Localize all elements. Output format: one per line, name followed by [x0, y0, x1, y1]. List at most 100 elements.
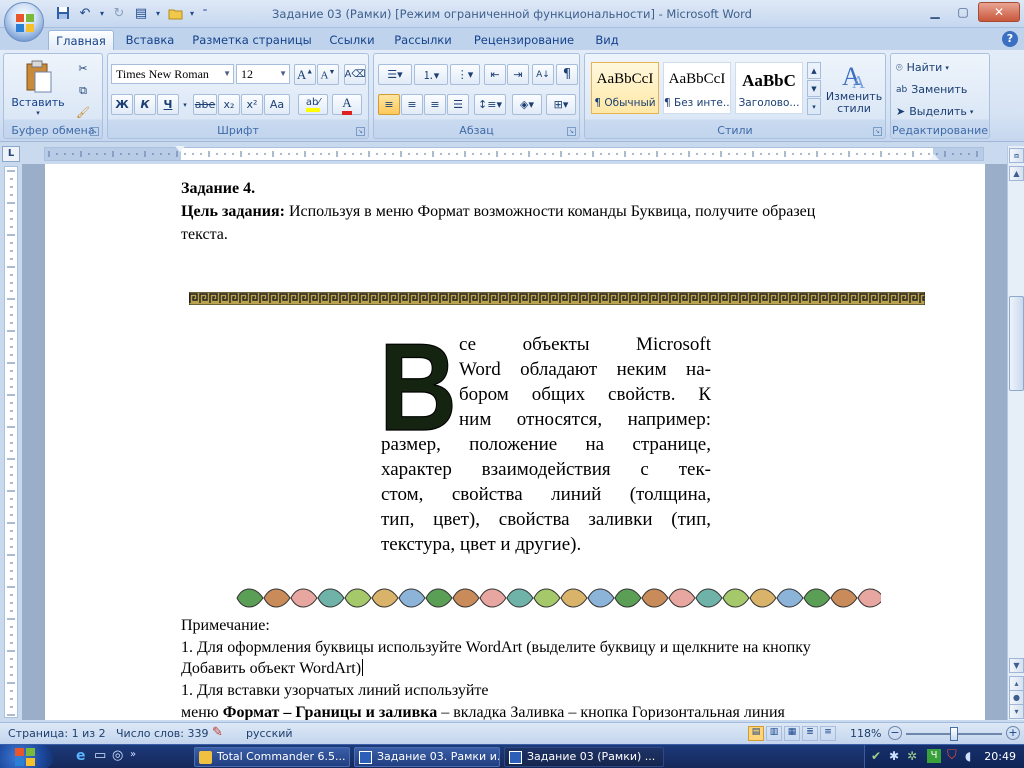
multilevel-list-button[interactable]: ⋮▾	[450, 64, 480, 85]
browse-object-button[interactable]: ●	[1009, 690, 1024, 705]
align-right-button[interactable]: ≡	[424, 94, 446, 115]
minimize-button[interactable]: ▁	[922, 2, 948, 22]
proofing-icon[interactable]: ✎	[212, 725, 223, 740]
horizontal-ruler[interactable]	[44, 146, 984, 161]
ie-icon[interactable]: e	[76, 748, 86, 764]
grow-font-button[interactable]: A▲	[294, 64, 316, 85]
page-count[interactable]: Страница: 1 из 2	[8, 727, 106, 740]
tab-page-layout[interactable]: Разметка страницы	[190, 30, 314, 50]
tray-arrow-icon[interactable]: ✔	[871, 749, 881, 763]
dialog-launcher-icon[interactable]: ↘	[356, 127, 365, 136]
underline-button[interactable]: Ч	[157, 94, 179, 115]
language-indicator-tray[interactable]: Ч	[927, 749, 941, 763]
subscript-button[interactable]: x₂	[218, 94, 240, 115]
style-normal[interactable]: AaBbCcI ¶ Обычный	[591, 62, 659, 114]
close-button[interactable]: ✕	[978, 2, 1020, 22]
zoom-slider[interactable]	[906, 727, 1002, 741]
tab-selector-button[interactable]: L	[2, 146, 20, 162]
help-icon[interactable]: ?	[1002, 31, 1018, 47]
style-heading[interactable]: AaBbC Заголово...	[735, 62, 803, 114]
font-name-combo[interactable]: Times New Roman ▼	[111, 64, 234, 84]
decrease-indent-button[interactable]: ⇤	[484, 64, 506, 85]
increase-indent-button[interactable]: ⇥	[507, 64, 529, 85]
tab-mailings[interactable]: Рассылки	[390, 30, 456, 50]
vertical-ruler[interactable]	[4, 166, 18, 718]
styles-scroll-up[interactable]: ▲	[807, 62, 821, 79]
tab-view[interactable]: Вид	[590, 30, 624, 50]
styles-more[interactable]: ▾	[807, 98, 821, 115]
start-button[interactable]	[0, 745, 54, 768]
tray-shield-icon[interactable]: ⛉	[947, 748, 957, 763]
cut-button[interactable]: ✂	[72, 58, 94, 79]
bullets-button[interactable]: ☰▾	[378, 64, 412, 85]
highlight-button[interactable]: ab⁄	[298, 94, 328, 115]
scroll-up-button[interactable]: ▲	[1009, 166, 1024, 181]
select-button[interactable]: ➤ Выделить ▾	[895, 101, 985, 122]
zoom-in-icon[interactable]: +	[1006, 726, 1020, 740]
strikethrough-button[interactable]: abe	[193, 94, 217, 115]
draft-view-icon[interactable]: ≡	[820, 726, 836, 741]
format-painter-button[interactable]: 🖌	[72, 102, 94, 123]
word-count[interactable]: Число слов: 339	[116, 727, 209, 740]
quicklaunch-icon[interactable]: ◎	[112, 748, 123, 763]
copy-button[interactable]: ⧉	[72, 80, 94, 101]
vertical-scrollbar[interactable]: ⧈ ▲ ▼ ▴ ● ▾	[1007, 146, 1024, 720]
tab-insert[interactable]: Вставка	[120, 30, 180, 50]
replace-button[interactable]: ab Заменить	[895, 79, 985, 100]
show-desktop-icon[interactable]: ▭	[94, 748, 106, 763]
find-button[interactable]: ⌾ Найти ▾	[895, 57, 985, 78]
dropcap-letter[interactable]: В	[379, 324, 458, 449]
tray-bug-icon[interactable]: ✲	[907, 749, 917, 763]
tab-references[interactable]: Ссылки	[324, 30, 380, 50]
zoom-slider-thumb[interactable]	[950, 727, 958, 741]
clock[interactable]: 20:49	[984, 750, 1016, 763]
taskbar-item-total-commander[interactable]: Total Commander 6.5...	[194, 747, 350, 767]
paste-button[interactable]: Вставить ▾	[10, 58, 66, 118]
scroll-thumb[interactable]	[1009, 296, 1024, 391]
superscript-button[interactable]: x²	[241, 94, 263, 115]
maximize-button[interactable]: ▢	[950, 2, 976, 22]
align-center-button[interactable]: ≡	[401, 94, 423, 115]
style-no-spacing[interactable]: AaBbCcI ¶ Без инте...	[663, 62, 731, 114]
bold-button[interactable]: Ж	[111, 94, 133, 115]
right-indent-marker[interactable]	[929, 154, 939, 160]
shading-button[interactable]: ◈▾	[512, 94, 542, 115]
show-marks-button[interactable]: ¶	[556, 64, 578, 85]
borders-button[interactable]: ⊞▾	[546, 94, 576, 115]
align-left-button[interactable]: ≡	[378, 94, 400, 115]
clear-formatting-button[interactable]: A⌫	[344, 64, 366, 85]
prev-page-button[interactable]: ▴	[1009, 676, 1024, 691]
zoom-level[interactable]: 118%	[850, 727, 881, 740]
print-layout-view-icon[interactable]: ▤	[748, 726, 764, 741]
tray-network-icon[interactable]: ✱	[889, 749, 899, 763]
taskbar-item-doc-1[interactable]: Задание 03. Рамки и...	[354, 747, 500, 767]
full-screen-view-icon[interactable]: ▥	[766, 726, 782, 741]
line-spacing-button[interactable]: ↕≡▾	[474, 94, 506, 115]
quicklaunch-chevron-icon[interactable]: »	[130, 749, 136, 760]
dialog-launcher-icon[interactable]: ↘	[873, 127, 882, 136]
dialog-launcher-icon[interactable]: ↘	[90, 127, 99, 136]
first-line-indent-marker[interactable]	[175, 146, 185, 152]
dialog-launcher-icon[interactable]: ↘	[567, 127, 576, 136]
italic-button[interactable]: К	[134, 94, 156, 115]
shrink-font-button[interactable]: A▼	[317, 64, 339, 85]
numbering-button[interactable]: ⒈▾	[414, 64, 448, 85]
change-case-button[interactable]: Aa	[264, 94, 290, 115]
font-size-combo[interactable]: 12 ▼	[236, 64, 290, 84]
scroll-down-button[interactable]: ▼	[1009, 658, 1024, 673]
taskbar-item-doc-2[interactable]: Задание 03 (Рамки) ...	[504, 747, 664, 767]
tab-review[interactable]: Рецензирование	[468, 30, 580, 50]
justify-button[interactable]: ☰	[447, 94, 469, 115]
styles-scroll-down[interactable]: ▼	[807, 80, 821, 97]
font-color-button[interactable]: A	[332, 94, 362, 115]
ruler-toggle-button[interactable]: ⧈	[1009, 148, 1024, 163]
tray-volume-icon[interactable]: ◖	[965, 749, 971, 763]
outline-view-icon[interactable]: ≣	[802, 726, 818, 741]
tab-home[interactable]: Главная	[48, 30, 114, 50]
zoom-out-icon[interactable]: −	[888, 726, 902, 740]
next-page-button[interactable]: ▾	[1009, 704, 1024, 719]
sort-button[interactable]: A↓	[532, 64, 554, 85]
office-button[interactable]	[4, 2, 44, 42]
chevron-down-icon[interactable]: ▾	[180, 94, 190, 115]
change-styles-button[interactable]: A A Изменить стили	[825, 56, 883, 120]
